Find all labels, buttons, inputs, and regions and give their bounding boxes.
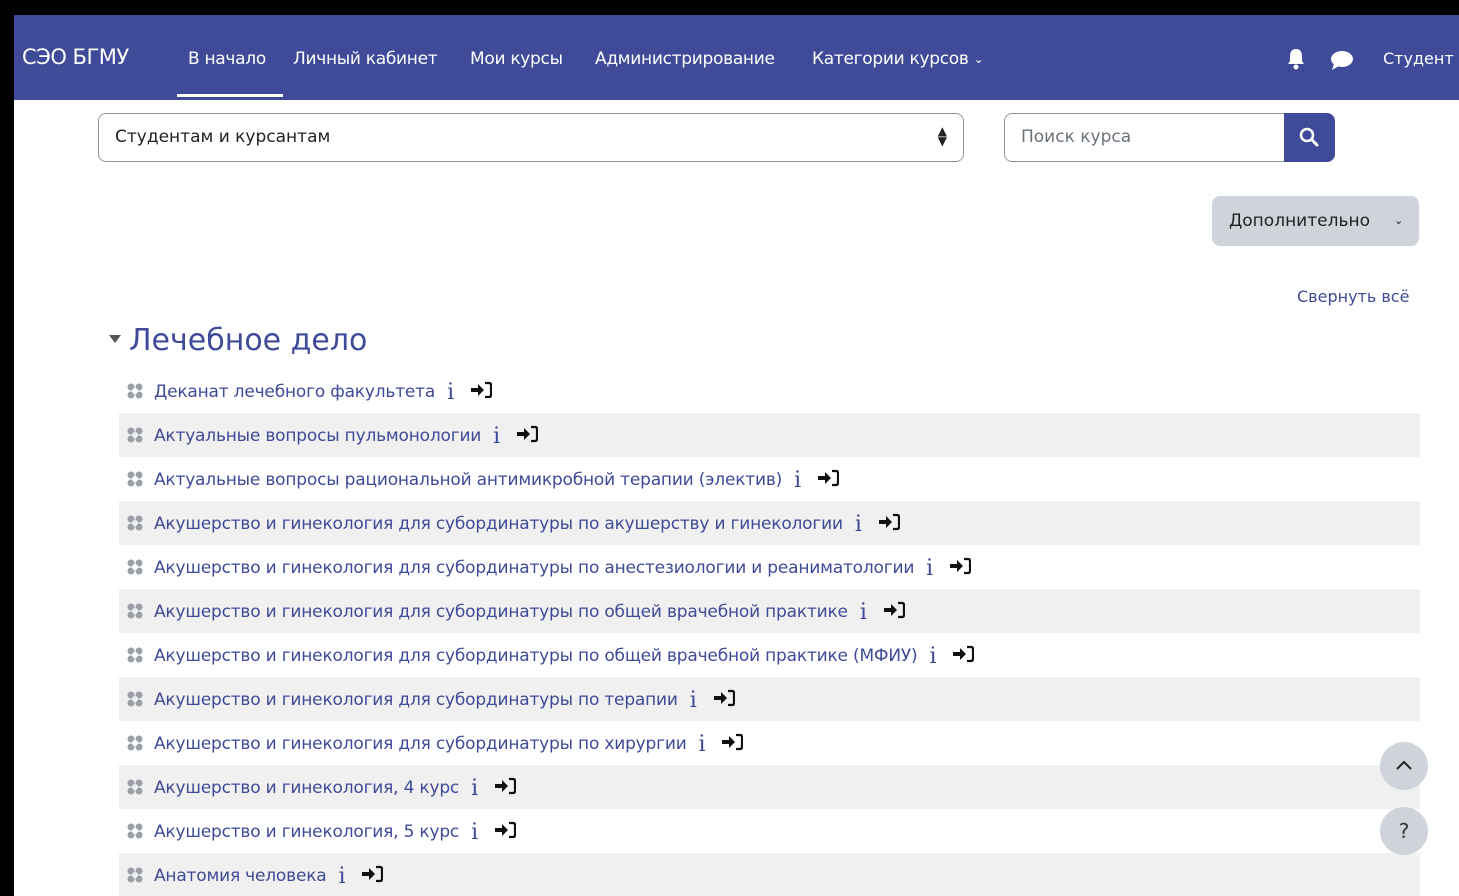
chat-icon[interactable] (1329, 49, 1355, 71)
category-select-value: Студентам и курсантам (115, 127, 331, 147)
nav-administration[interactable]: Администрирование (595, 49, 775, 69)
enrol-icon[interactable] (878, 513, 900, 531)
course-row: Акушерство и гинекология для субординату… (119, 721, 1420, 765)
page-frame: СЭО БГМУ В начало Личный кабинет Мои кур… (14, 15, 1459, 896)
course-icon (127, 735, 143, 751)
course-row: Акушерство и гинекология для субординату… (119, 677, 1420, 721)
course-icon (127, 823, 143, 839)
course-row: Акушерство и гинекология, 5 курс i (119, 809, 1420, 853)
course-row: Акушерство и гинекология для субординату… (119, 589, 1420, 633)
enrol-icon[interactable] (494, 821, 516, 839)
enrol-icon[interactable] (952, 645, 975, 663)
info-icon[interactable]: i (855, 512, 862, 537)
user-menu[interactable]: Студент (1383, 49, 1454, 68)
course-link[interactable]: Акушерство и гинекология для субординату… (154, 602, 848, 622)
enrol-icon[interactable] (470, 381, 492, 399)
course-list: Деканат лечебного факультета i Актуальные… (119, 369, 1420, 896)
course-icon (127, 647, 143, 663)
course-link[interactable]: Акушерство и гинекология для субординату… (154, 690, 678, 710)
chevron-down-icon: ⌄ (1394, 214, 1404, 227)
info-icon[interactable]: i (339, 864, 346, 889)
search-button[interactable] (1284, 113, 1335, 162)
collapse-triangle-icon (109, 334, 121, 343)
info-icon[interactable]: i (699, 732, 706, 757)
course-icon (127, 691, 143, 707)
course-row: Актуальные вопросы пульмонологии i (119, 413, 1420, 457)
course-icon (127, 559, 143, 575)
course-icon (127, 515, 143, 531)
category-select[interactable]: Студентам и курсантам ▲ ▼ (98, 113, 964, 162)
enrol-icon[interactable] (817, 469, 839, 487)
course-icon (127, 383, 143, 399)
enrol-icon[interactable] (516, 425, 539, 443)
course-icon (127, 427, 143, 443)
nav-dashboard[interactable]: Личный кабинет (293, 49, 438, 69)
course-icon (127, 603, 143, 619)
course-row: Акушерство и гинекология для субординату… (119, 633, 1420, 677)
chevron-up-icon (1396, 760, 1412, 770)
course-link[interactable]: Акушерство и гинекология, 4 курс (154, 778, 459, 798)
info-icon[interactable]: i (794, 468, 801, 493)
course-row: Анатомия человека i (119, 853, 1420, 896)
course-link[interactable]: Акушерство и гинекология, 5 курс (154, 822, 459, 842)
course-row: Деканат лечебного факультета i (119, 369, 1420, 413)
bell-icon[interactable] (1286, 48, 1306, 70)
nav-course-categories-label: Категории курсов (812, 49, 969, 69)
help-button[interactable]: ? (1380, 807, 1428, 855)
info-icon[interactable]: i (929, 644, 936, 669)
nav-course-categories[interactable]: Категории курсов ⌄ (812, 49, 984, 69)
course-link[interactable]: Актуальные вопросы рациональной антимикр… (154, 470, 782, 490)
more-button[interactable]: Дополнительно ⌄ (1212, 196, 1419, 246)
info-icon[interactable]: i (690, 688, 697, 713)
scroll-to-top-button[interactable] (1380, 742, 1428, 790)
course-row: Акушерство и гинекология для субординату… (119, 545, 1420, 589)
course-link[interactable]: Акушерство и гинекология для субординату… (154, 646, 918, 666)
course-icon (127, 779, 143, 795)
course-link[interactable]: Акушерство и гинекология для субординату… (154, 558, 914, 578)
site-brand[interactable]: СЭО БГМУ (22, 45, 129, 69)
info-icon[interactable]: i (926, 556, 933, 581)
course-link[interactable]: Деканат лечебного факультета (154, 382, 435, 402)
course-link[interactable]: Анатомия человека (154, 866, 327, 886)
course-row: Акушерство и гинекология для субординату… (119, 501, 1420, 545)
enrol-icon[interactable] (721, 733, 744, 751)
course-link[interactable]: Акушерство и гинекология для субординату… (154, 734, 687, 754)
select-arrows-icon: ▲ ▼ (937, 124, 947, 148)
enrol-icon[interactable] (949, 557, 972, 575)
search-icon (1299, 127, 1319, 147)
collapse-all-link[interactable]: Свернуть всё (1297, 287, 1409, 306)
top-navbar: СЭО БГМУ В начало Личный кабинет Мои кур… (14, 15, 1459, 100)
nav-home[interactable]: В начало (188, 49, 266, 69)
course-icon (127, 471, 143, 487)
enrol-icon[interactable] (361, 865, 384, 883)
nav-my-courses[interactable]: Мои курсы (470, 49, 563, 69)
enrol-icon[interactable] (494, 777, 516, 795)
info-icon[interactable]: i (471, 820, 478, 845)
info-icon[interactable]: i (471, 776, 478, 801)
search-placeholder: Поиск курса (1021, 127, 1132, 147)
enrol-icon[interactable] (713, 689, 735, 707)
category-heading[interactable]: Лечебное дело (109, 323, 367, 358)
info-icon[interactable]: i (493, 424, 500, 449)
info-icon[interactable]: i (860, 600, 867, 625)
course-link[interactable]: Актуальные вопросы пульмонологии (154, 426, 481, 446)
course-search-input[interactable]: Поиск курса (1004, 113, 1286, 162)
info-icon[interactable]: i (447, 380, 454, 405)
enrol-icon[interactable] (883, 601, 905, 619)
course-row: Акушерство и гинекология, 4 курс i (119, 765, 1420, 809)
category-title: Лечебное дело (129, 323, 368, 358)
chevron-down-icon: ⌄ (973, 52, 984, 66)
more-button-label: Дополнительно (1229, 211, 1370, 231)
course-row: Актуальные вопросы рациональной антимикр… (119, 457, 1420, 501)
active-nav-indicator (177, 94, 283, 97)
course-icon (127, 867, 143, 883)
course-link[interactable]: Акушерство и гинекология для субординату… (154, 514, 843, 534)
